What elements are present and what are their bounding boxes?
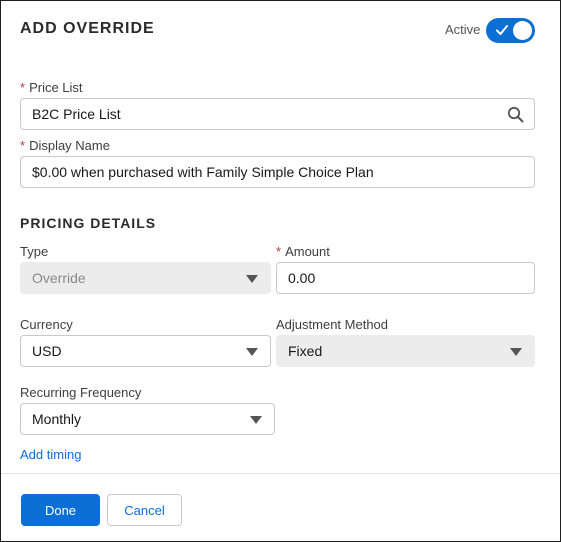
chevron-down-icon bbox=[246, 348, 258, 356]
chevron-down-icon bbox=[246, 275, 258, 283]
pricing-details-heading: PRICING DETAILS bbox=[20, 215, 157, 231]
active-toggle[interactable] bbox=[486, 18, 535, 43]
search-icon[interactable] bbox=[507, 106, 524, 123]
adjustment-method-value: Fixed bbox=[288, 343, 323, 359]
required-marker: * bbox=[20, 138, 26, 153]
amount-label: * Amount bbox=[276, 244, 330, 259]
active-label: Active bbox=[445, 22, 481, 37]
display-name-label: * Display Name bbox=[20, 138, 110, 153]
display-name-input[interactable]: $0.00 when purchased with Family Simple … bbox=[20, 156, 535, 188]
add-override-panel: ADD OVERRIDE Active * Price List B2C Pric… bbox=[0, 0, 561, 542]
adjustment-method-select[interactable]: Fixed bbox=[276, 335, 535, 367]
amount-value: 0.00 bbox=[288, 270, 316, 286]
type-select: Override bbox=[20, 262, 271, 294]
recurring-frequency-label: Recurring Frequency bbox=[20, 385, 142, 400]
recurring-frequency-value: Monthly bbox=[32, 411, 82, 427]
amount-input[interactable]: 0.00 bbox=[276, 262, 535, 294]
currency-value: USD bbox=[32, 343, 62, 359]
currency-label: Currency bbox=[20, 317, 73, 332]
adjustment-method-label: Adjustment Method bbox=[276, 317, 389, 332]
toggle-knob bbox=[513, 21, 532, 40]
type-label: Type bbox=[20, 244, 49, 259]
required-marker: * bbox=[276, 244, 282, 259]
price-list-lookup[interactable]: B2C Price List bbox=[20, 98, 535, 130]
cancel-button[interactable]: Cancel bbox=[107, 494, 182, 526]
price-list-label: * Price List bbox=[20, 80, 83, 95]
currency-select[interactable]: USD bbox=[20, 335, 271, 367]
check-icon bbox=[496, 25, 508, 35]
display-name-value: $0.00 when purchased with Family Simple … bbox=[32, 164, 374, 180]
done-button[interactable]: Done bbox=[21, 494, 100, 526]
recurring-frequency-select[interactable]: Monthly bbox=[20, 403, 275, 435]
chevron-down-icon bbox=[250, 416, 262, 424]
chevron-down-icon bbox=[510, 348, 522, 356]
required-marker: * bbox=[20, 80, 26, 95]
panel-title: ADD OVERRIDE bbox=[20, 20, 155, 37]
add-timing-link[interactable]: Add timing bbox=[20, 447, 81, 462]
footer-divider bbox=[1, 473, 560, 474]
type-value: Override bbox=[32, 270, 86, 286]
price-list-value: B2C Price List bbox=[32, 106, 121, 122]
